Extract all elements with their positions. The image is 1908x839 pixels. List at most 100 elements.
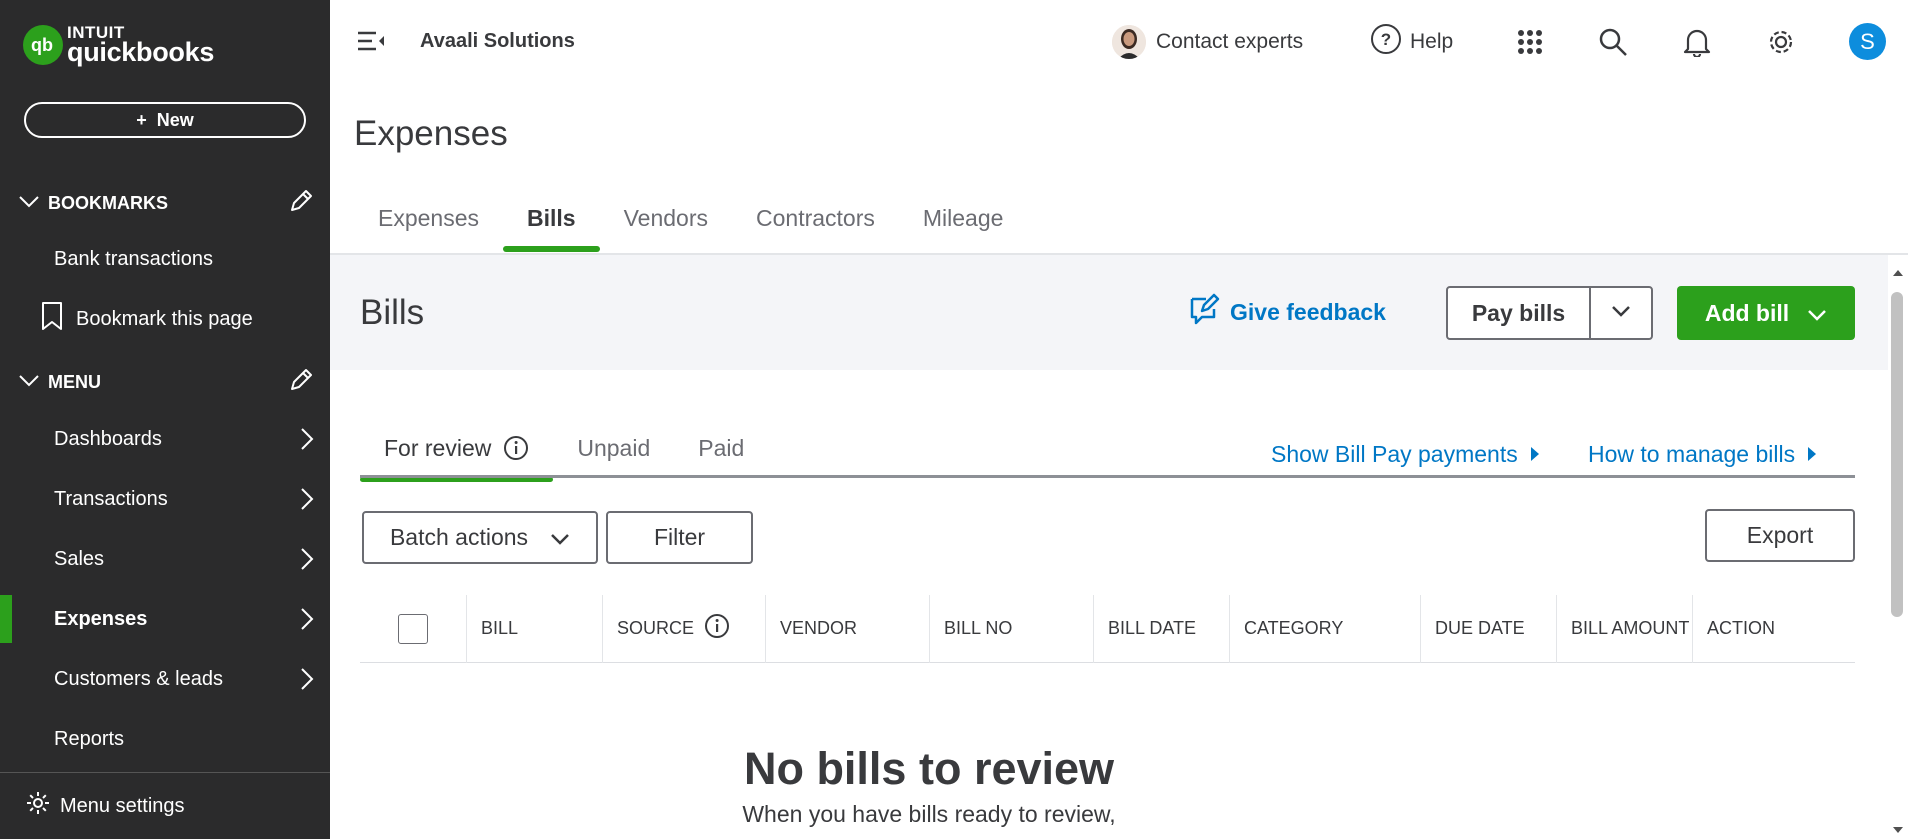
pay-bills-split-button: Pay bills [1446, 286, 1653, 340]
column-header-bill-date[interactable]: BILL DATE [1094, 594, 1230, 663]
tab-unpaid[interactable]: Unpaid [553, 435, 674, 480]
company-name[interactable]: Avaali Solutions [420, 30, 575, 53]
column-header-category[interactable]: CATEGORY [1230, 594, 1421, 663]
export-button[interactable]: Export [1705, 509, 1855, 562]
tab-paid[interactable]: Paid [674, 435, 768, 480]
pay-bills-button[interactable]: Pay bills [1448, 288, 1591, 338]
help-icon: ? [1370, 23, 1402, 61]
column-header-vendor[interactable]: VENDOR [766, 594, 930, 663]
give-feedback-label: Give feedback [1230, 298, 1386, 325]
bills-table-header: BILL SOURCE VENDOR BILL NO BILL DATE CAT… [360, 594, 1855, 663]
top-bar: Avaali Solutions Contact experts ? Help … [330, 0, 1908, 84]
column-label: CATEGORY [1244, 618, 1344, 638]
sidebar-item-label: Reports [54, 727, 125, 750]
tab-mileage[interactable]: Mileage [899, 205, 1028, 252]
column-label: BILL AMOUNT [1571, 618, 1690, 638]
add-bill-label: Add bill [1704, 299, 1790, 326]
bill-status-tabs: For review Unpaid Paid [360, 435, 768, 482]
give-feedback-link[interactable]: Give feedback [1188, 293, 1386, 331]
logo-quickbooks-text: quickbooks [67, 37, 215, 67]
search-icon[interactable] [1596, 25, 1630, 59]
sidebar-item-customers-leads[interactable]: Customers & leads [0, 655, 330, 703]
sidebar-item-label: Bookmark this page [76, 307, 253, 330]
column-label: BILL NO [944, 618, 1013, 638]
sidebar-item-bank-transactions[interactable]: Bank transactions [0, 235, 330, 283]
pay-bills-dropdown[interactable] [1591, 288, 1651, 338]
contact-experts-button[interactable]: Contact experts [1112, 0, 1303, 84]
bookmarks-label: BOOKMARKS [48, 193, 168, 213]
bookmarks-section-header[interactable]: BOOKMARKS [18, 188, 314, 219]
sidebar-item-label: Transactions [54, 487, 168, 510]
column-header-bill-amount[interactable]: BILL AMOUNT [1557, 594, 1693, 663]
bills-content: Bills Give feedback Pay bills Add bill F… [330, 255, 1888, 839]
apps-grid-icon[interactable] [1513, 25, 1547, 59]
chevron-down-icon [1807, 300, 1827, 327]
caret-right-icon [1530, 441, 1540, 468]
filter-button[interactable]: Filter [606, 511, 753, 564]
select-all-checkbox[interactable] [398, 613, 428, 644]
column-header-due-date[interactable]: DUE DATE [1421, 594, 1557, 663]
tab-label: For review [384, 435, 492, 461]
chevron-right-icon [300, 427, 314, 457]
gear-icon [26, 791, 50, 821]
chevron-right-icon [300, 487, 314, 517]
svg-text:qb: qb [31, 35, 53, 55]
column-header-source[interactable]: SOURCE [603, 594, 766, 663]
sidebar-item-reports[interactable]: Reports [0, 715, 330, 763]
chevron-down-icon [18, 193, 48, 214]
edit-pencil-icon[interactable] [288, 188, 314, 219]
column-header-bill[interactable]: BILL [467, 594, 603, 663]
empty-state-subtitle: When you have bills ready to review, [742, 801, 1116, 827]
menu-settings-label: Menu settings [60, 794, 185, 817]
tab-contractors[interactable]: Contractors [732, 205, 899, 252]
page-tabs: Expenses Bills Vendors Contractors Milea… [354, 205, 1027, 252]
sidebar-item-label: Customers & leads [54, 667, 223, 690]
chevron-right-icon [300, 547, 314, 577]
subtabs-divider [360, 475, 1855, 478]
column-label: SOURCE [617, 618, 695, 638]
column-label: BILL [481, 618, 519, 638]
info-icon[interactable] [503, 435, 529, 467]
link-label: Show Bill Pay payments [1271, 441, 1518, 467]
chevron-down-icon [1611, 304, 1631, 322]
page-title: Expenses [354, 114, 508, 153]
notifications-bell-icon[interactable] [1680, 25, 1714, 59]
tab-vendors[interactable]: Vendors [600, 205, 732, 252]
sidebar-item-sales[interactable]: Sales [0, 535, 330, 583]
tab-for-review[interactable]: For review [360, 435, 554, 482]
settings-gear-icon[interactable] [1764, 25, 1798, 59]
how-to-manage-bills-link[interactable]: How to manage bills [1588, 441, 1817, 468]
tab-expenses[interactable]: Expenses [354, 205, 503, 252]
bookmark-icon [40, 301, 64, 337]
sidebar-item-expenses[interactable]: Expenses [0, 595, 330, 643]
menu-settings-button[interactable]: Menu settings [0, 772, 330, 839]
show-bill-pay-payments-link[interactable]: Show Bill Pay payments [1271, 441, 1540, 468]
quickbooks-logo[interactable]: qb INTUIT quickbooks [23, 24, 214, 66]
sidebar-item-transactions[interactable]: Transactions [0, 475, 330, 523]
caret-right-icon [1807, 441, 1817, 468]
qb-logo-icon: qb [23, 25, 63, 65]
scrollbar-thumb[interactable] [1891, 292, 1903, 617]
user-avatar[interactable]: S [1849, 23, 1886, 60]
column-header-bill-no[interactable]: BILL NO [930, 594, 1094, 663]
help-label: Help [1410, 30, 1454, 53]
batch-actions-dropdown[interactable]: Batch actions [362, 511, 598, 564]
bills-title: Bills [360, 293, 425, 332]
menu-section-header[interactable]: MENU [18, 367, 314, 398]
empty-state-title: No bills to review [743, 743, 1115, 794]
chevron-right-icon [300, 667, 314, 697]
sidebar-item-bookmark-this-page[interactable]: Bookmark this page [0, 295, 330, 343]
new-button[interactable]: + New [24, 102, 306, 138]
feedback-icon [1188, 293, 1220, 331]
sidebar-item-dashboards[interactable]: Dashboards [0, 415, 330, 463]
help-button[interactable]: ? Help [1370, 0, 1453, 84]
info-icon[interactable] [704, 613, 730, 644]
add-bill-button[interactable]: Add bill [1677, 286, 1855, 340]
column-header-action: ACTION [1693, 595, 1855, 663]
edit-pencil-icon[interactable] [288, 367, 314, 398]
sidebar-item-label: Expenses [54, 607, 148, 630]
chevron-down-icon [550, 524, 570, 551]
tab-bills[interactable]: Bills [503, 205, 600, 252]
new-button-label: New [156, 109, 194, 130]
collapse-menu-icon[interactable] [356, 28, 386, 59]
